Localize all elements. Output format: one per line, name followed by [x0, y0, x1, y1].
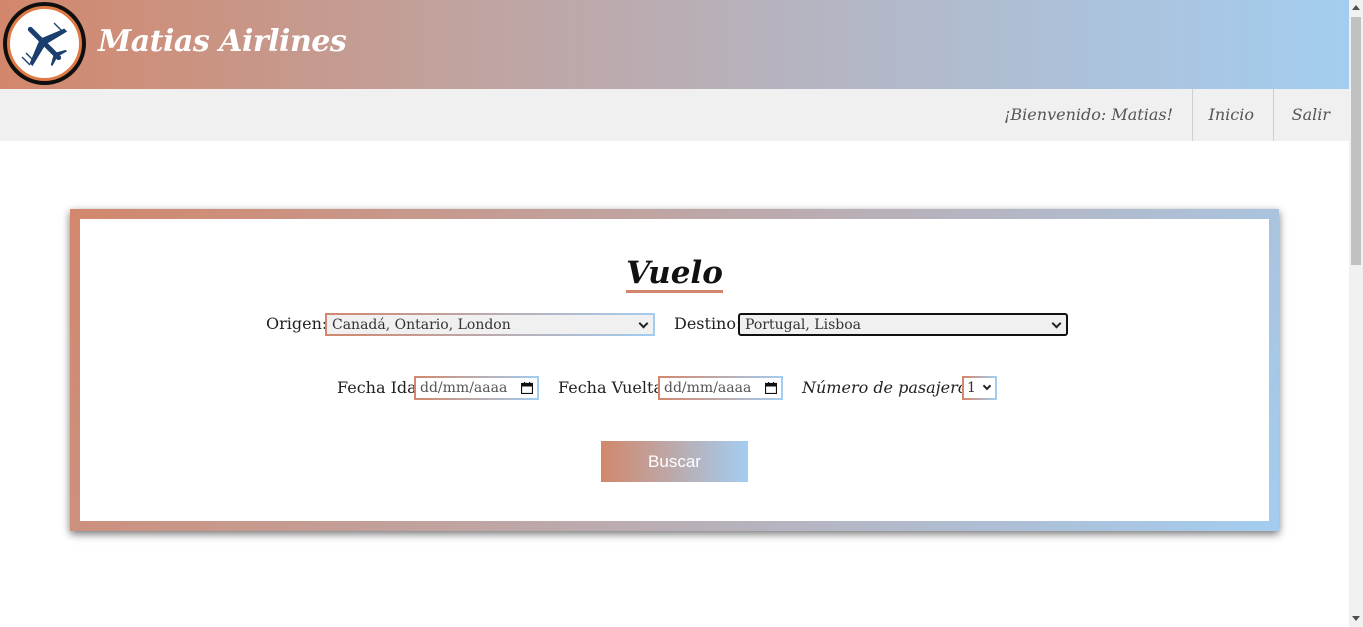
destino-select[interactable]: Portugal, Lisboa	[738, 313, 1068, 336]
origen-label: Origen:	[266, 314, 328, 333]
calendar-icon[interactable]	[521, 382, 533, 394]
origen-select-value: Canadá, Ontario, London	[332, 317, 511, 333]
origen-select[interactable]: Canadá, Ontario, London	[325, 313, 655, 336]
scroll-thumb[interactable]	[1351, 17, 1361, 265]
destino-label: Destino:	[674, 314, 742, 333]
flight-search-form: Vuelo Origen: Canadá, Ontario, London De…	[80, 219, 1269, 521]
nav-divider	[1273, 89, 1274, 141]
nav-link-inicio[interactable]: Inicio	[1209, 89, 1254, 141]
flight-search-card: Vuelo Origen: Canadá, Ontario, London De…	[70, 209, 1279, 531]
navbar: ¡Bienvenido: Matias! Inicio Salir	[0, 89, 1349, 141]
pasajeros-value: 1	[967, 380, 976, 396]
fecha-vuelta-placeholder: dd/mm/aaaa	[664, 380, 752, 396]
form-title: Vuelo	[80, 255, 1269, 293]
calendar-icon[interactable]	[765, 382, 777, 394]
fecha-ida-placeholder: dd/mm/aaaa	[420, 380, 508, 396]
logo[interactable]	[3, 2, 86, 85]
nav-link-salir[interactable]: Salir	[1292, 89, 1330, 141]
logo-circle	[7, 6, 82, 81]
chevron-down-icon	[1051, 318, 1062, 329]
fecha-ida-label: Fecha Ida:	[337, 378, 423, 397]
form-title-text: Vuelo	[626, 255, 723, 293]
chevron-down-icon	[982, 381, 992, 391]
search-button[interactable]: Buscar	[601, 441, 748, 482]
pasajeros-label: Número de pasajeros:	[802, 378, 981, 397]
fecha-ida-input[interactable]: dd/mm/aaaa	[414, 376, 539, 400]
fecha-vuelta-input[interactable]: dd/mm/aaaa	[658, 376, 783, 400]
brand-title: Matias Airlines	[98, 24, 347, 59]
nav-divider	[1192, 89, 1193, 141]
destino-select-value: Portugal, Lisboa	[745, 317, 861, 333]
scrollbar[interactable]	[1349, 0, 1363, 627]
pasajeros-select[interactable]: 1	[962, 376, 997, 400]
welcome-text: ¡Bienvenido: Matias!	[1003, 105, 1173, 124]
scroll-up-arrow-icon[interactable]	[1352, 5, 1360, 10]
scroll-down-arrow-icon[interactable]	[1352, 616, 1360, 621]
chevron-down-icon	[638, 318, 649, 329]
airplane-icon	[21, 22, 68, 67]
fecha-vuelta-label: Fecha Vuelta:	[558, 378, 669, 397]
header: Matias Airlines	[0, 0, 1349, 89]
